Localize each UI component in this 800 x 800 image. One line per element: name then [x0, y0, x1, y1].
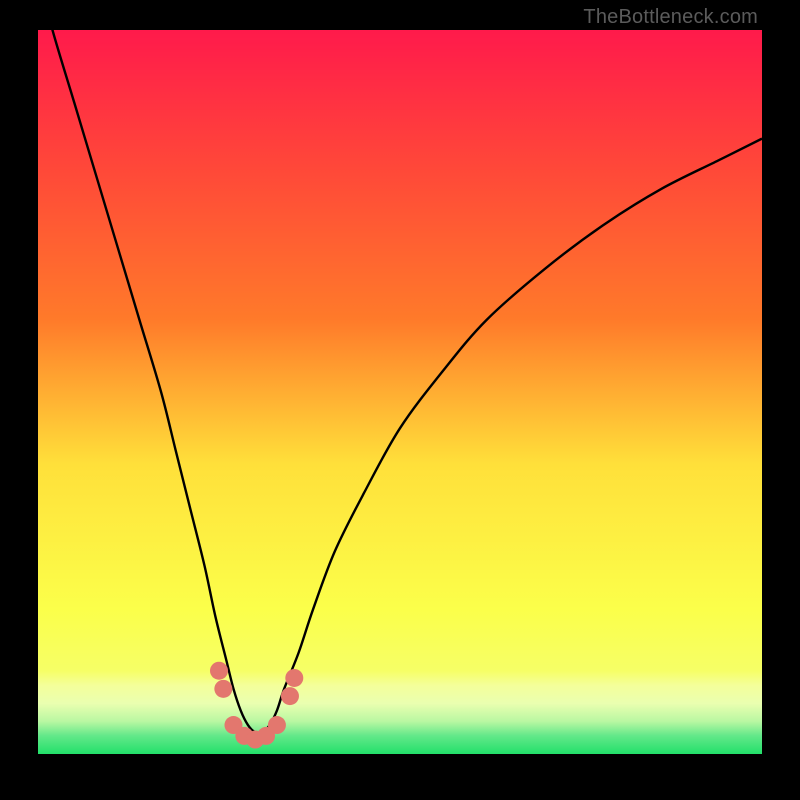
curve-marker-6 — [268, 716, 286, 734]
curve-marker-1 — [214, 680, 232, 698]
plot-area — [38, 30, 762, 754]
curve-marker-7 — [281, 687, 299, 705]
attribution-text: TheBottleneck.com — [583, 6, 758, 29]
curve-marker-8 — [285, 669, 303, 687]
chart-frame: TheBottleneck.com — [0, 0, 800, 800]
chart-svg — [38, 30, 762, 754]
curve-marker-0 — [210, 662, 228, 680]
